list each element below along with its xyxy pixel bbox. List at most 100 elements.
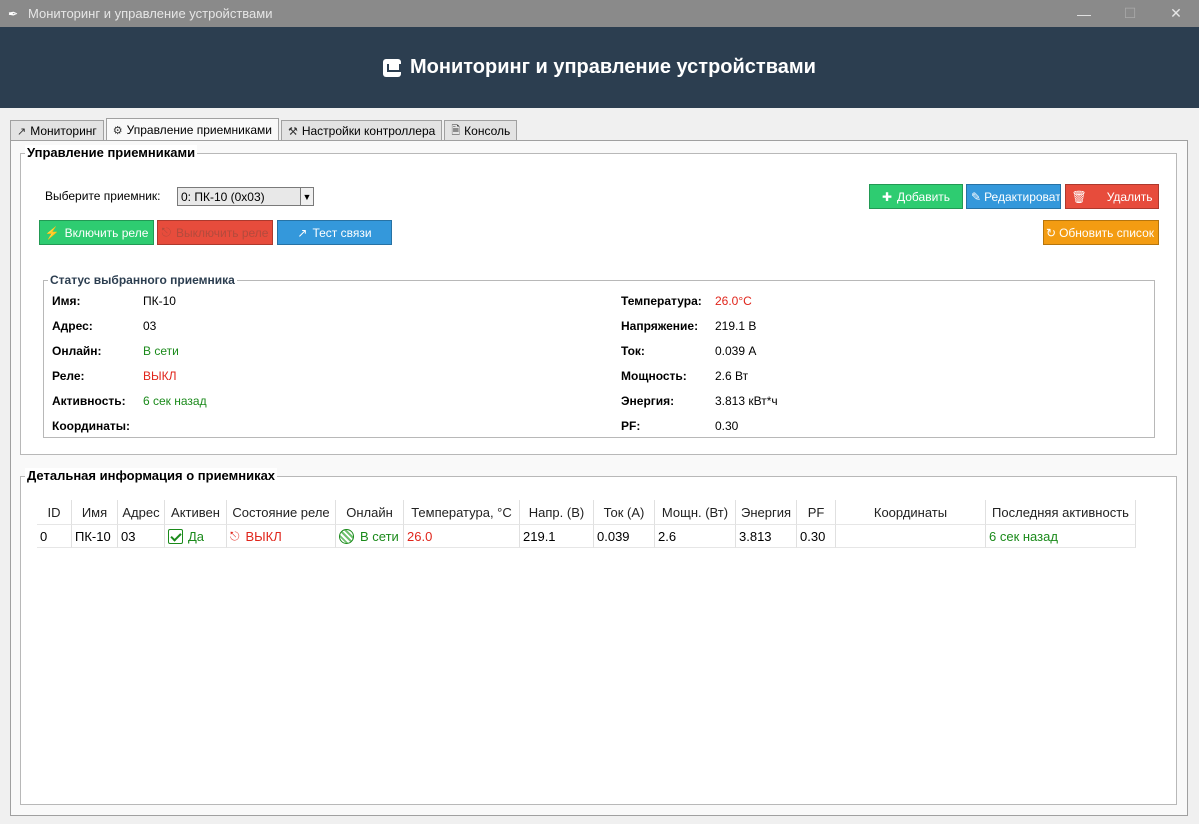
- status-online-key: Онлайн:: [52, 344, 102, 358]
- tab-controller-settings[interactable]: ⚒ Настройки контроллера: [280, 120, 443, 141]
- status-current-key: Ток:: [621, 344, 645, 358]
- plug-icon: ⎋: [161, 225, 172, 239]
- status-group: Статус выбранного приемника: [43, 273, 1155, 438]
- cell-current: 0.039: [594, 524, 655, 548]
- cell-active: Да: [165, 524, 227, 548]
- minimize-button[interactable]: —: [1061, 0, 1107, 27]
- package-icon: [383, 58, 402, 77]
- plug-icon: ⎋: [230, 528, 240, 543]
- app-header: Мониторинг и управление устройствами: [0, 27, 1199, 108]
- cell-address: 03: [118, 524, 165, 548]
- tab-monitoring[interactable]: ↗ Мониторинг: [10, 120, 104, 141]
- status-voltage-key: Напряжение:: [621, 319, 699, 333]
- wrench-icon: ⚒: [287, 125, 298, 138]
- delete-button[interactable]: 🗑 Удалить: [1065, 184, 1159, 209]
- receiver-select[interactable]: 0: ПК-10 (0x03) ▼: [177, 187, 314, 206]
- column-header-power[interactable]: Мощн. (Вт): [655, 500, 736, 524]
- status-address-value: 03: [143, 319, 157, 333]
- status-activity-key: Активность:: [52, 394, 126, 408]
- column-header-energy[interactable]: Энергия: [736, 500, 797, 524]
- cell-temperature: 26.0: [404, 524, 520, 548]
- column-header-name[interactable]: Имя: [72, 500, 118, 524]
- refresh-list-button[interactable]: ↻ Обновить список: [1043, 220, 1159, 245]
- relay-on-label: Включить реле: [64, 225, 149, 240]
- lightning-icon: ⚡: [44, 225, 60, 240]
- relay-on-button[interactable]: ⚡ Включить реле: [39, 220, 154, 245]
- status-address-key: Адрес:: [52, 319, 93, 333]
- signal-icon: ↗: [297, 225, 308, 240]
- chart-icon: ↗: [17, 125, 27, 138]
- column-header-voltage[interactable]: Напр. (В): [520, 500, 594, 524]
- column-header-relay[interactable]: Состояние реле: [227, 500, 336, 524]
- window-titlebar: ✒ Мониторинг и управление устройствами —…: [0, 0, 1199, 27]
- status-voltage-value: 219.1 В: [715, 319, 757, 333]
- cell-online-text: В сети: [360, 528, 399, 544]
- status-relay-key: Реле:: [52, 369, 85, 383]
- status-power-value: 2.6 Вт: [715, 369, 749, 383]
- cell-online: В сети: [336, 524, 404, 548]
- status-energy-value: 3.813 кВт*ч: [715, 394, 778, 408]
- column-header-coordinates[interactable]: Координаты: [836, 500, 986, 524]
- status-name-value: ПК-10: [143, 294, 176, 308]
- cell-pf: 0.30: [797, 524, 836, 548]
- column-header-online[interactable]: Онлайн: [336, 500, 404, 524]
- status-name-key: Имя:: [52, 294, 81, 308]
- column-header-active[interactable]: Активен: [165, 500, 227, 524]
- tab-bar: ↗ Мониторинг ⚙ Управление приемниками ⚒ …: [10, 118, 519, 141]
- column-header-id[interactable]: ID: [37, 500, 72, 524]
- column-header-pf[interactable]: PF: [797, 500, 836, 524]
- test-connection-button[interactable]: ↗ Тест связи: [277, 220, 392, 245]
- globe-icon: [339, 528, 354, 544]
- cell-name: ПК-10: [72, 524, 118, 548]
- cell-coordinates: [836, 524, 986, 548]
- table-header: ID Имя Адрес Активен Состояние реле Онла…: [37, 500, 1136, 524]
- cell-last-activity: 6 сек назад: [986, 524, 1136, 548]
- maximize-button[interactable]: ☐: [1107, 0, 1153, 27]
- table-row[interactable]: 0 ПК-10 03 Да ⎋ ВЫКЛ В сети 26.0 219.1 0…: [37, 524, 1136, 548]
- edit-button[interactable]: ✎ Редактироват: [966, 184, 1061, 209]
- gear-icon: ⚙: [112, 124, 123, 137]
- receivers-group-title: Управление приемниками: [25, 145, 198, 160]
- plus-icon: ✚: [881, 189, 892, 204]
- status-relay-value: ВЫКЛ: [143, 369, 177, 383]
- add-button-label: Добавить: [897, 189, 951, 204]
- tab-console[interactable]: 🗎 Консоль: [444, 120, 518, 141]
- relay-off-button[interactable]: ⎋ Выключить реле: [157, 220, 273, 245]
- status-current-value: 0.039 А: [715, 344, 757, 358]
- column-header-current[interactable]: Ток (А): [594, 500, 655, 524]
- status-energy-key: Энергия:: [621, 394, 675, 408]
- select-receiver-label: Выберите приемник:: [45, 189, 161, 203]
- add-button[interactable]: ✚ Добавить: [869, 184, 963, 209]
- status-coordinates-key: Координаты:: [52, 419, 131, 433]
- trash-icon: 🗑: [1071, 189, 1087, 204]
- edit-button-label: Редактироват: [984, 189, 1061, 204]
- window-controls: — ☐ ✕: [1061, 0, 1199, 27]
- feather-icon: ✒: [8, 6, 19, 21]
- status-temperature-value: 26.0°C: [715, 294, 752, 308]
- status-online-value: В сети: [143, 344, 179, 358]
- pencil-icon: ✎: [971, 189, 982, 204]
- status-pf-key: PF:: [621, 419, 641, 433]
- cell-voltage: 219.1: [520, 524, 594, 548]
- test-connection-label: Тест связи: [312, 225, 372, 240]
- column-header-temperature[interactable]: Температура, °C: [404, 500, 520, 524]
- delete-button-label: Удалить: [1106, 189, 1153, 204]
- window-title: Мониторинг и управление устройствами: [28, 6, 273, 21]
- receivers-table: ID Имя Адрес Активен Состояние реле Онла…: [37, 500, 1136, 548]
- cell-active-text: Да: [188, 528, 205, 544]
- close-button[interactable]: ✕: [1153, 0, 1199, 27]
- cell-relay: ⎋ ВЫКЛ: [227, 524, 336, 548]
- details-group-title: Детальная информация о приемниках: [25, 468, 278, 483]
- tab-receivers[interactable]: ⚙ Управление приемниками: [105, 118, 279, 141]
- column-header-address[interactable]: Адрес: [118, 500, 165, 524]
- cell-id: 0: [37, 524, 72, 548]
- header-title: Мониторинг и управление устройствами: [410, 56, 816, 78]
- chevron-down-icon[interactable]: ▼: [300, 188, 313, 205]
- status-pf-value: 0.30: [715, 419, 739, 433]
- column-header-last-activity[interactable]: Последняя активность: [986, 500, 1136, 524]
- tab-label: Управление приемниками: [126, 123, 272, 137]
- status-group-title: Статус выбранного приемника: [48, 273, 237, 287]
- refresh-icon: ↻: [1046, 225, 1057, 240]
- receiver-select-value: 0: ПК-10 (0x03): [181, 189, 265, 204]
- cell-relay-text: ВЫКЛ: [245, 528, 282, 544]
